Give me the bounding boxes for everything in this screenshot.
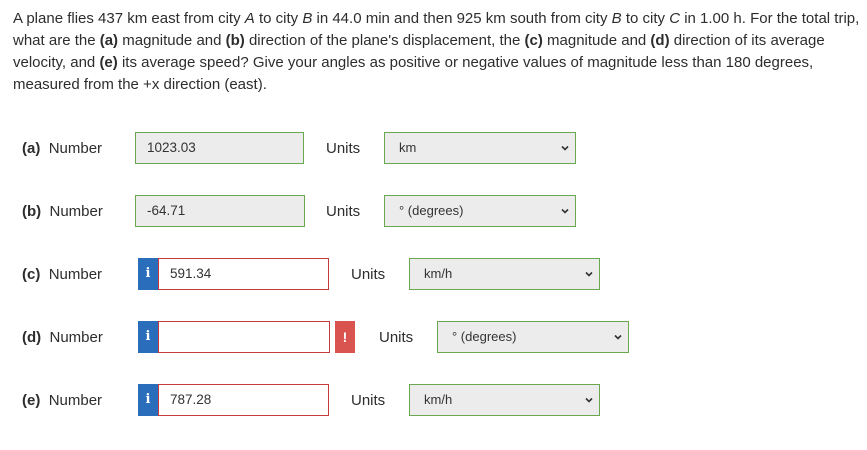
units-label: Units xyxy=(351,266,386,283)
part-label: (a) Number xyxy=(22,140,103,157)
chevron-down-icon xyxy=(585,271,593,277)
units-label: Units xyxy=(326,140,361,157)
info-icon[interactable]: i xyxy=(138,258,158,290)
units-label: Units xyxy=(326,203,361,220)
error-icon[interactable]: ! xyxy=(335,321,355,353)
units-label: Units xyxy=(379,329,414,346)
chevron-down-icon xyxy=(614,334,622,340)
answer-row-b: (b) Number -64.71 Units ° (degrees) xyxy=(0,195,867,229)
answer-input-b[interactable]: -64.71 xyxy=(135,195,305,227)
units-select-c[interactable]: km/h xyxy=(409,258,600,290)
info-icon[interactable]: i xyxy=(138,321,158,353)
answer-input-a[interactable]: 1023.03 xyxy=(135,132,304,164)
answer-input-e[interactable]: 787.28 xyxy=(158,384,329,416)
units-select-d[interactable]: ° (degrees) xyxy=(437,321,629,353)
part-label: (b) Number xyxy=(22,203,103,220)
units-label: Units xyxy=(351,392,386,409)
answer-row-c: (c) Number i 591.34 Units km/h xyxy=(0,258,867,292)
answer-input-d[interactable] xyxy=(158,321,330,353)
chevron-down-icon xyxy=(585,397,593,403)
info-icon[interactable]: i xyxy=(138,384,158,416)
answer-input-c[interactable]: 591.34 xyxy=(158,258,329,290)
units-select-a[interactable]: km xyxy=(384,132,576,164)
answer-row-e: (e) Number i 787.28 Units km/h xyxy=(0,384,867,418)
chevron-down-icon xyxy=(561,208,569,214)
chevron-down-icon xyxy=(561,145,569,151)
part-label: (d) Number xyxy=(22,329,103,346)
part-label: (e) Number xyxy=(22,392,103,409)
answer-row-d: (d) Number i ! Units ° (degrees) xyxy=(0,321,867,355)
units-select-e[interactable]: km/h xyxy=(409,384,600,416)
answer-row-a: (a) Number 1023.03 Units km xyxy=(0,132,867,166)
units-select-b[interactable]: ° (degrees) xyxy=(384,195,576,227)
question-text: A plane flies 437 km east from city A to… xyxy=(13,10,860,93)
part-label: (c) Number xyxy=(22,266,103,283)
